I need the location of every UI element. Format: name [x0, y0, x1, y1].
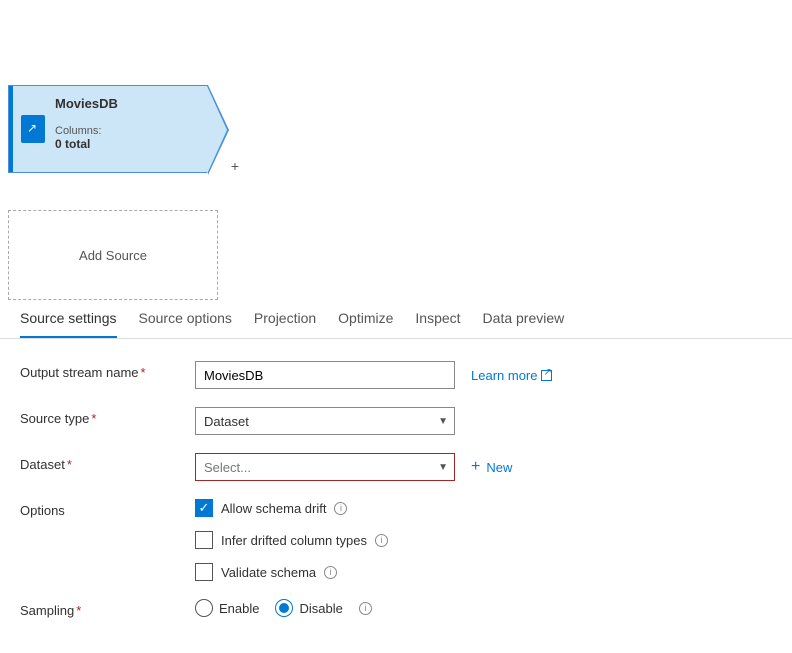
tab-optimize[interactable]: Optimize	[338, 300, 393, 338]
sampling-disable-label: Disable	[299, 601, 342, 616]
source-type-select[interactable]: Dataset ▼	[195, 407, 455, 435]
sampling-label: Sampling*	[20, 599, 195, 618]
node-columns-total: 0 total	[55, 137, 201, 151]
add-source-button[interactable]: Add Source	[8, 210, 218, 300]
tab-projection[interactable]: Projection	[254, 300, 316, 338]
new-dataset-button[interactable]: + New	[471, 459, 512, 475]
validate-schema-checkbox[interactable]	[195, 563, 213, 581]
dataset-label: Dataset*	[20, 453, 195, 472]
tabs-bar: Source settings Source options Projectio…	[0, 300, 792, 339]
external-link-icon	[541, 370, 552, 381]
radio-circle-icon	[275, 599, 293, 617]
allow-schema-drift-label: Allow schema drift	[221, 501, 326, 516]
dataset-placeholder: Select...	[204, 460, 251, 475]
node-columns-label: Columns:	[55, 125, 201, 137]
database-icon	[21, 115, 45, 143]
options-label: Options	[20, 499, 195, 518]
learn-more-link[interactable]: Learn more	[471, 368, 552, 383]
radio-circle-icon	[195, 599, 213, 617]
node-title: MoviesDB	[55, 96, 201, 111]
infer-drifted-types-label: Infer drifted column types	[221, 533, 367, 548]
sampling-enable-radio[interactable]: Enable	[195, 599, 259, 617]
tab-inspect[interactable]: Inspect	[415, 300, 460, 338]
output-stream-input[interactable]	[195, 361, 455, 389]
plus-icon: +	[471, 459, 480, 475]
tab-source-settings[interactable]: Source settings	[20, 300, 117, 338]
chevron-down-icon: ▼	[438, 462, 448, 473]
info-icon[interactable]: i	[334, 502, 347, 515]
output-stream-label: Output stream name*	[20, 361, 195, 380]
add-transformation-button[interactable]: +	[231, 158, 239, 174]
info-icon[interactable]: i	[359, 602, 372, 615]
infer-drifted-types-checkbox[interactable]	[195, 531, 213, 549]
node-body: MoviesDB Columns: 0 total	[49, 86, 207, 172]
source-settings-form: Output stream name* Learn more Source ty…	[0, 339, 792, 653]
canvas-area: MoviesDB Columns: 0 total + Add Source	[0, 0, 792, 300]
sampling-disable-radio[interactable]: Disable	[275, 599, 342, 617]
validate-schema-label: Validate schema	[221, 565, 316, 580]
source-type-label: Source type*	[20, 407, 195, 426]
source-type-value: Dataset	[204, 414, 249, 429]
allow-schema-drift-checkbox[interactable]: ✓	[195, 499, 213, 517]
info-icon[interactable]: i	[375, 534, 388, 547]
chevron-down-icon: ▼	[438, 416, 448, 427]
new-label: New	[486, 460, 512, 475]
dataset-select[interactable]: Select... ▼	[195, 453, 455, 481]
node-icon-wrap	[13, 86, 49, 172]
source-node[interactable]: MoviesDB Columns: 0 total +	[8, 85, 208, 173]
learn-more-text: Learn more	[471, 368, 537, 383]
info-icon[interactable]: i	[324, 566, 337, 579]
add-source-label: Add Source	[79, 248, 147, 263]
tab-data-preview[interactable]: Data preview	[483, 300, 565, 338]
tab-source-options[interactable]: Source options	[139, 300, 232, 338]
sampling-enable-label: Enable	[219, 601, 259, 616]
